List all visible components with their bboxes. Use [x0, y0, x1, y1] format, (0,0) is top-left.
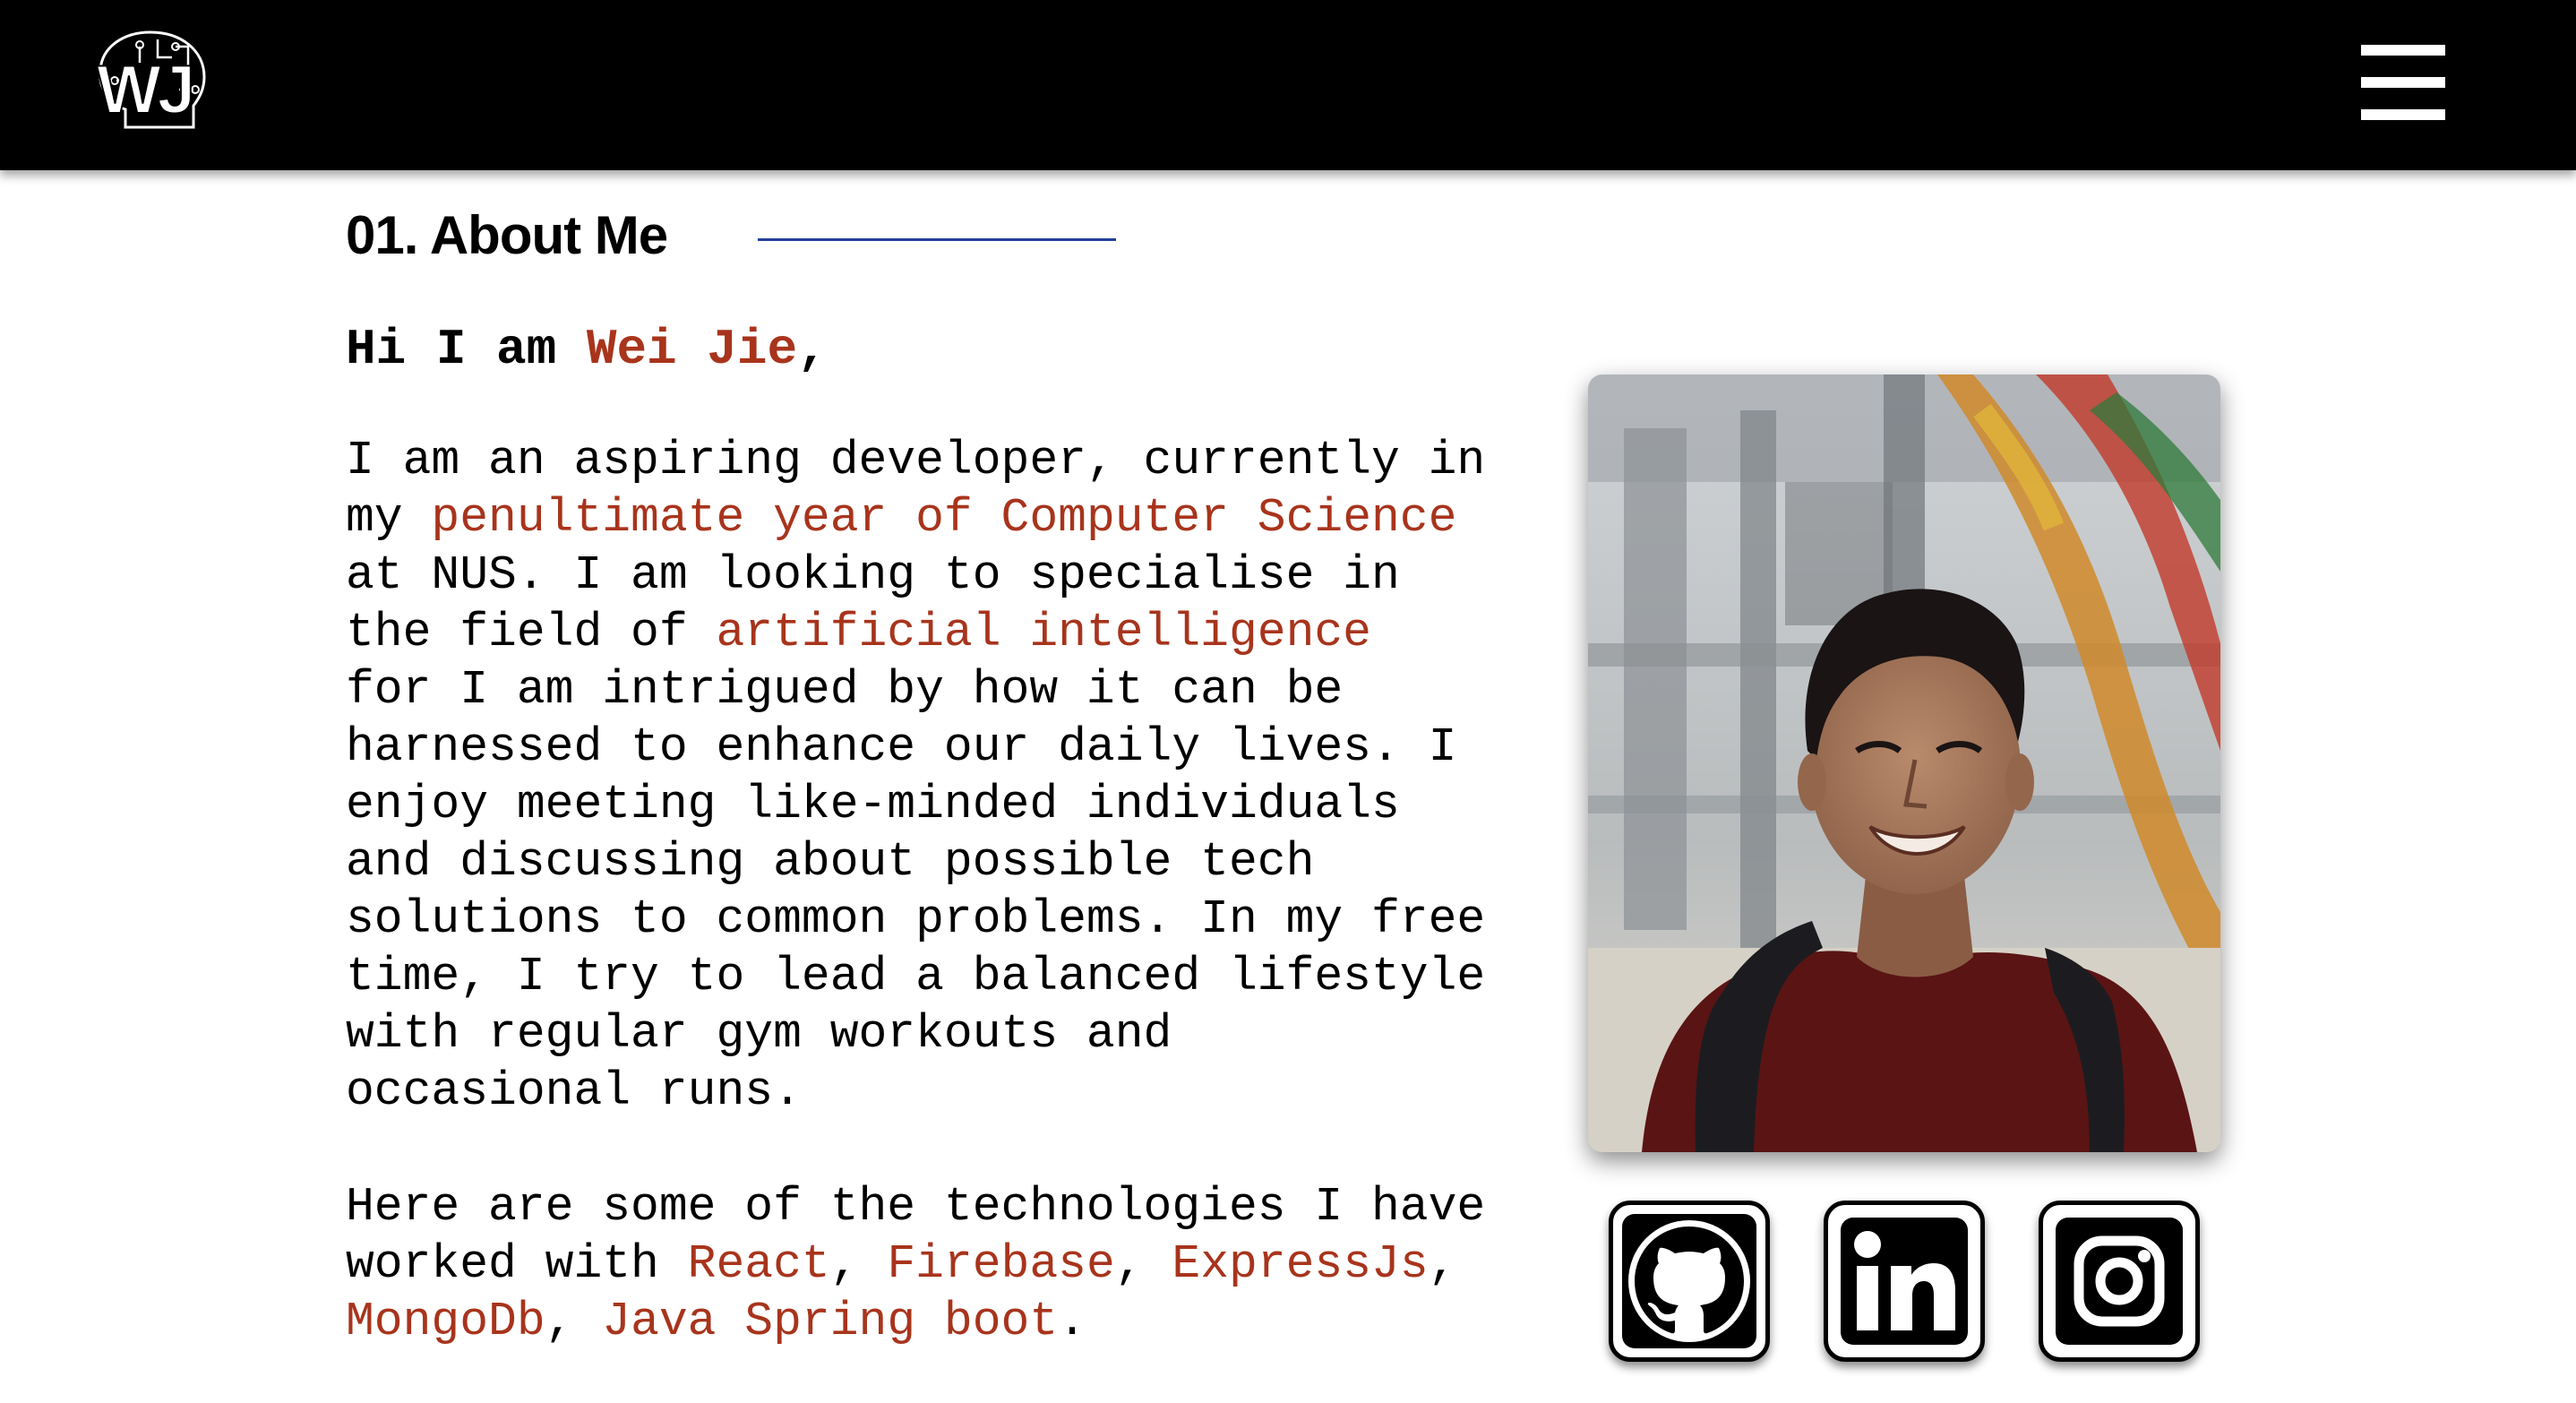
- top-navbar: WJ: [0, 0, 2576, 170]
- greeting-name: Wei Jie: [586, 321, 798, 378]
- tech-item-expressjs: ExpressJs: [1172, 1237, 1429, 1291]
- bio-line: the field of artificial intelligence: [346, 604, 1485, 661]
- tech-paragraph: Here are some of the technologies I have…: [346, 1178, 1485, 1350]
- bio-line: harnessed to enhance our daily lives. I: [346, 720, 1457, 774]
- title-divider: [758, 238, 1116, 241]
- logo-text: WJ: [97, 52, 192, 128]
- tech-line: MongoDb, Java Spring boot.: [346, 1293, 1485, 1350]
- greeting-prefix: Hi I am: [346, 321, 587, 378]
- bio-line: and discussing about possible tech: [346, 835, 1315, 889]
- instagram-icon: [2056, 1218, 2183, 1345]
- tech-separator: ,: [545, 1295, 603, 1348]
- linkedin-icon: [1841, 1218, 1968, 1345]
- bio-line: with regular gym workouts and: [346, 1007, 1172, 1061]
- bio-line: occasional runs.: [346, 1064, 802, 1118]
- wj-logo[interactable]: WJ: [90, 27, 219, 139]
- tech-item-java-spring-boot: Java Spring boot: [602, 1295, 1059, 1348]
- hamburger-bar: [2361, 77, 2445, 88]
- bio-line: my penultimate year of Computer Science: [346, 489, 1485, 547]
- bio-paragraph: I am an aspiring developer, currently in…: [346, 432, 1485, 1120]
- hamburger-menu-button[interactable]: [2361, 45, 2445, 120]
- profile-photo: [1588, 374, 2220, 1152]
- tech-item-react: React: [687, 1237, 830, 1291]
- instagram-link[interactable]: [2039, 1201, 2200, 1362]
- github-icon: [1622, 1214, 1756, 1348]
- bio-line: for I am intrigued by how it can be: [346, 663, 1344, 717]
- tech-separator: ,: [829, 1237, 888, 1291]
- bio-line: solutions to common problems. In my free: [346, 892, 1486, 946]
- github-link[interactable]: [1609, 1201, 1770, 1362]
- tech-text: worked with: [346, 1237, 688, 1291]
- bio-text: the field of: [346, 606, 717, 659]
- tech-line: Here are some of the technologies I have: [346, 1180, 1486, 1234]
- bio-line: I am an aspiring developer, currently in: [346, 434, 1486, 487]
- linkedin-link[interactable]: [1824, 1201, 1985, 1362]
- bio-text: my: [346, 491, 432, 545]
- brain-circuit-logo-icon: WJ: [96, 30, 206, 129]
- bio-highlight: penultimate year of Computer Science: [431, 491, 1457, 545]
- tech-separator: ,: [1114, 1237, 1172, 1291]
- tech-item-mongodb: MongoDb: [346, 1295, 545, 1348]
- tech-separator-comma: ,: [1428, 1237, 1457, 1291]
- bio-highlight: artificial intelligence: [716, 606, 1371, 659]
- tech-line: worked with React, Firebase, ExpressJs,: [346, 1235, 1485, 1293]
- bio-line: time, I try to lead a balanced lifestyle: [346, 950, 1486, 1003]
- section-title: 01. About Me: [346, 205, 668, 265]
- profile-photo-illustration: [1588, 374, 2220, 1152]
- greeting-suffix: ,: [797, 321, 828, 378]
- bio-line: at NUS. I am looking to specialise in: [346, 548, 1400, 602]
- hamburger-bar: [2361, 109, 2445, 120]
- hamburger-bar: [2361, 45, 2445, 56]
- tech-item-firebase: Firebase: [887, 1237, 1115, 1291]
- tech-end: .: [1058, 1295, 1086, 1348]
- bio-line: enjoy meeting like-minded individuals: [346, 778, 1400, 831]
- greeting: Hi I am Wei Jie,: [346, 321, 828, 378]
